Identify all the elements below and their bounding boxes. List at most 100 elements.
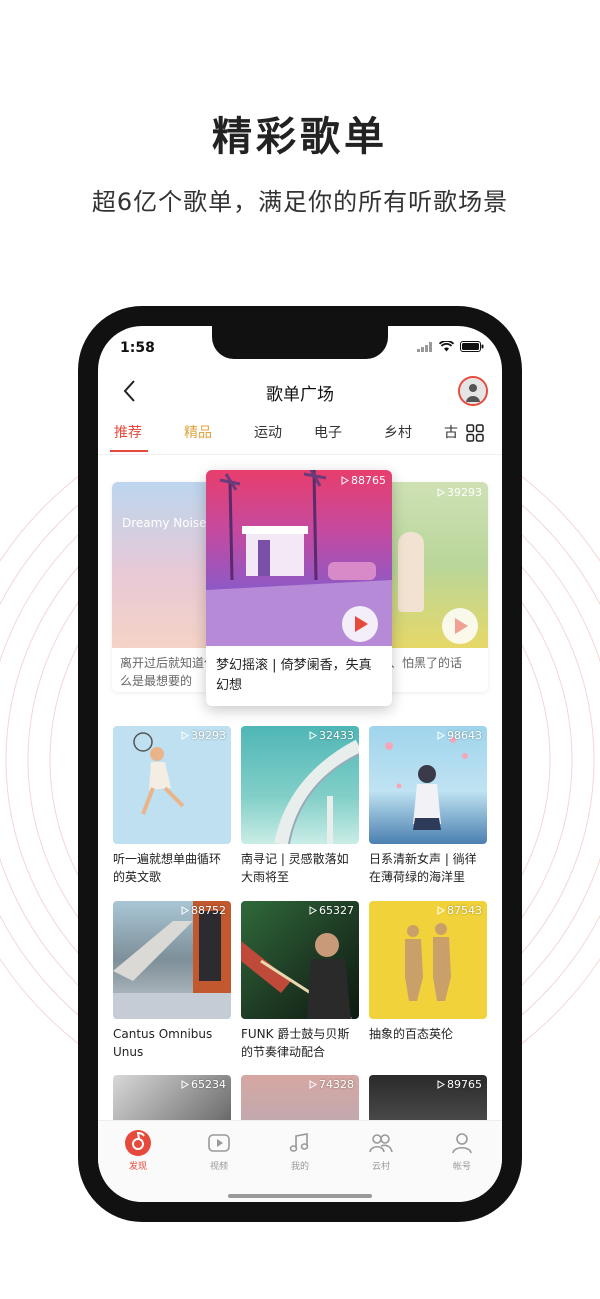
status-icons [417,341,484,352]
play-count: 87543 [437,904,482,917]
play-button[interactable] [442,608,478,644]
play-icon [455,618,468,634]
play-count-icon [437,731,445,740]
carousel-card-center[interactable]: 88765 梦幻摇滚 | 倚梦阑香，失真幻想 [206,470,392,706]
play-count-value: 74328 [319,1078,354,1091]
playlist-cover: 87543 [369,901,487,1019]
cover-art [274,739,359,844]
video-icon [208,1134,230,1152]
nav-label: 我的 [290,1162,309,1172]
playlist-cover: 39293 [113,726,231,844]
playlist-cover: 88752 [113,901,231,1019]
tab-recommend[interactable]: 推荐 [114,422,142,442]
phone-frame: 1:58 歌单广场 推荐 精品 运动 电子 乡村 古 Dreamy Noise … [78,306,522,1222]
cover-art [385,737,468,830]
cover-figure [398,532,424,612]
play-count: 88765 [341,474,386,487]
play-count-value: 88752 [191,904,226,917]
playlist-title: 抽象的百态英伦 [369,1027,454,1041]
nav-account[interactable]: 帐号 [432,1129,492,1172]
tab-electronic[interactable]: 电子 [314,422,342,442]
playlist-title: FUNK 爵士鼓与贝斯的节奏律动配合 [241,1027,350,1059]
play-count-icon [309,731,317,740]
tab-boutique[interactable]: 精品 [184,422,212,442]
tab-classical[interactable]: 古 [444,422,458,442]
playlist-card[interactable]: 39293 听一遍就想单曲循环的英文歌 [113,726,231,886]
nav-cloud-village[interactable]: 云村 [351,1129,411,1172]
nav-discover[interactable]: 发现 [108,1129,168,1172]
promo-subtitle: 超6亿个歌单，满足你的所有听歌场景 [91,188,509,216]
play-icon [355,616,368,632]
nav-label: 视频 [209,1162,228,1172]
nav-label: 云村 [371,1162,390,1172]
nav-video[interactable]: 视频 [189,1129,249,1172]
avatar[interactable] [458,376,488,406]
play-count-value: 39293 [191,729,226,742]
play-count-value: 98643 [447,729,482,742]
cover-art [133,732,185,815]
netease-music-icon [125,1130,151,1156]
play-count-icon [437,488,445,497]
play-count-icon [181,1080,189,1089]
active-tab-indicator [110,450,148,452]
user-icon [460,378,486,404]
play-count-icon [341,476,349,485]
tab-sports[interactable]: 运动 [254,422,282,442]
play-count-value: 88765 [351,474,386,487]
playlist-card[interactable]: 87543 抽象的百态英伦 [369,901,487,1043]
wifi-icon [439,341,454,352]
signal-icon [417,341,432,352]
play-count-icon [181,906,189,915]
playlist-title: 日系清新女声 | 徜徉在薄荷绿的海洋里 [369,852,477,884]
music-note-icon [289,1133,309,1152]
play-count-value: 32433 [319,729,354,742]
phone-screen: 1:58 歌单广场 推荐 精品 运动 电子 乡村 古 Dreamy Noise … [98,326,502,1202]
play-count: 89765 [437,1078,482,1091]
account-icon [452,1133,472,1154]
playlist-card[interactable]: 98643 日系清新女声 | 徜徉在薄荷绿的海洋里 [369,726,487,886]
category-tabs: 推荐 精品 运动 电子 乡村 古 [98,422,502,454]
playlist-card[interactable]: 65327 FUNK 爵士鼓与贝斯的节奏律动配合 [241,901,359,1061]
page-title: 歌单广场 [266,385,334,405]
playlist-title: 南寻记 | 灵感散落如大雨将至 [241,852,349,884]
play-count: 32433 [309,729,354,742]
play-count-value: 39293 [447,486,482,499]
status-time: 1:58 [120,340,155,356]
play-count: 98643 [437,729,482,742]
playlist-card[interactable]: 88752 Cantus Omnibus Unus [113,901,231,1061]
grid-icon[interactable] [466,424,484,442]
nav-mine[interactable]: 我的 [270,1129,330,1172]
cover-text: Dreamy Noise [122,516,207,530]
play-count-icon [437,906,445,915]
play-count: 74328 [309,1078,354,1091]
play-count: 88752 [181,904,226,917]
play-count-icon [437,1080,445,1089]
play-count: 39293 [437,486,482,499]
play-count-icon [309,1080,317,1089]
play-count-value: 89765 [447,1078,482,1091]
play-count: 39293 [181,729,226,742]
divider [98,454,502,455]
playlist-title: 听一遍就想单曲循环的英文歌 [113,852,222,884]
cover-image: 88765 [206,470,392,646]
play-count-value: 65327 [319,904,354,917]
playlist-title: 梦幻摇滚 | 倚梦阑香，失真幻想 [216,658,372,693]
bottom-navigation: 发现 视频 我的 云村 帐号 [98,1120,502,1202]
nav-label: 帐号 [452,1162,471,1172]
play-count-icon [309,906,317,915]
play-count: 65327 [309,904,354,917]
promo-page: 精彩歌单 超6亿个歌单，满足你的所有听歌场景 1:58 歌单广场 推荐 精品 运… [0,0,600,1299]
phone-notch [212,326,388,359]
play-count-value: 65234 [191,1078,226,1091]
playlist-card[interactable]: 32433 南寻记 | 灵感散落如大雨将至 [241,726,359,886]
play-count: 65234 [181,1078,226,1091]
featured-carousel: Dreamy Noise 离开过后就知道什么是最想要的 39293 系、怕黑了的… [98,470,502,720]
playlist-cover: 65327 [241,901,359,1019]
playlist-title: 系、怕黑了的话 [378,656,463,670]
cover-art [405,923,451,1001]
tab-country[interactable]: 乡村 [384,422,412,442]
play-button[interactable] [342,606,378,642]
promo-title: 精彩歌单 [212,114,388,160]
home-indicator [228,1194,372,1198]
friends-icon [369,1134,393,1153]
